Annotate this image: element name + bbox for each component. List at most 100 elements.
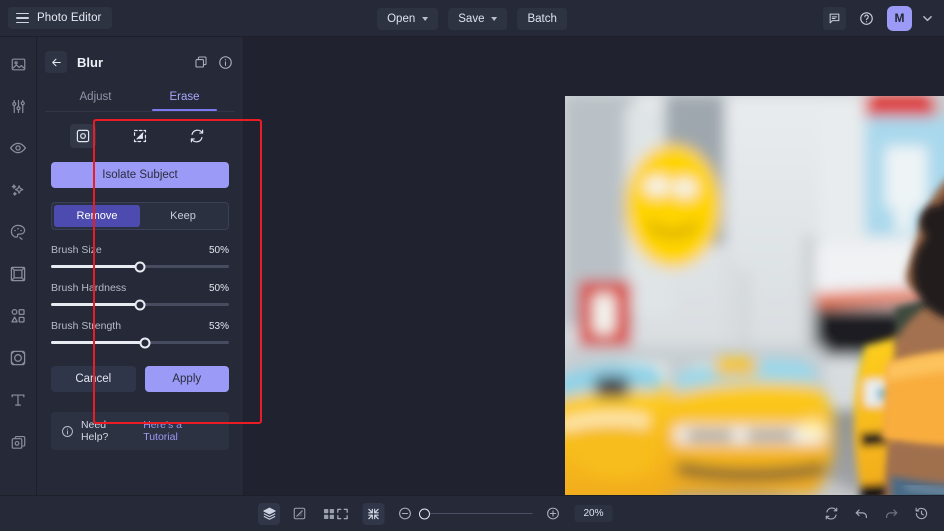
batch-label: Batch [527,12,557,25]
history-button[interactable] [910,503,932,525]
zoom-in-button[interactable] [541,503,563,525]
sidebar-item-shapes[interactable] [5,303,31,329]
fit-screen-icon [337,508,348,519]
sidebar-item-retouch[interactable] [5,135,31,161]
photo-canvas[interactable] [565,96,944,508]
save-label: Save [458,12,485,25]
brush-size-track[interactable] [51,261,229,272]
sidebar-item-frame[interactable] [5,261,31,287]
zoom-out-button[interactable] [393,503,415,525]
open-button[interactable]: Open [377,7,439,30]
zoom-slider-knob[interactable] [418,508,430,519]
brush-strength-knob[interactable] [139,337,151,348]
panel-tabs: Adjust Erase [51,83,229,111]
sparkle-icon [11,184,24,196]
need-help-row[interactable]: Need Help? Here's a Tutorial [51,412,229,450]
layers-button[interactable] [258,502,280,525]
batch-button[interactable]: Batch [517,7,567,30]
brush-size-label: Brush Size [51,244,102,256]
erase-brush-tool[interactable] [70,124,97,148]
keep-option[interactable]: Keep [140,205,226,227]
brush-strength-label: Brush Strength [51,320,122,332]
fit-screen-button[interactable] [331,503,353,525]
stack-icon [262,507,276,520]
info-button[interactable] [218,55,233,70]
minus-circle-icon [398,507,411,520]
reset-button[interactable] [820,503,842,525]
brush-hardness-label: Brush Hardness [51,282,127,294]
shapes-icon [11,308,25,323]
brush-hardness-slider: Brush Hardness 50% [51,282,229,310]
bottom-bar: 20% [0,495,944,531]
brush-strength-slider: Brush Strength 53% [51,320,229,348]
hamburger-icon [16,12,29,24]
photo-image [565,96,944,508]
save-button[interactable]: Save [448,7,508,30]
sidebar-item-color[interactable] [5,219,31,245]
erase-shape-tool[interactable] [127,124,153,148]
sidebar-item-text[interactable] [5,387,31,413]
arrow-left-icon [51,58,61,66]
sidebar-item-image[interactable] [5,51,31,77]
brush-size-value: 50% [208,244,229,256]
feedback-button[interactable] [823,6,846,30]
layers-copy-icon [11,435,25,449]
duplicate-button[interactable] [194,55,208,69]
help-button[interactable] [855,7,878,30]
frame-icon [10,266,26,282]
top-bar: Photo Editor Open Save Batch M [0,0,944,37]
text-icon [11,394,25,406]
brush-square-icon [77,129,90,143]
zoom-controls: 20% [331,502,613,525]
app-title: Photo Editor [37,12,102,24]
sidebar-item-layers[interactable] [5,429,31,455]
apply-button[interactable]: Apply [144,366,229,392]
tutorial-link[interactable]: Here's a Tutorial [143,419,219,443]
zoom-level-value[interactable]: 20% [574,505,613,522]
isolate-subject-button[interactable]: Isolate Subject [51,162,229,188]
bottom-right-tools [820,503,932,525]
sidebar-item-effects[interactable] [5,177,31,203]
actual-size-button[interactable] [362,502,385,525]
sliders-icon [11,99,25,113]
brush-hardness-label-row: Brush Hardness 50% [51,282,229,294]
sidebar-item-adjust[interactable] [5,93,31,119]
top-right-actions: M [823,5,934,31]
panel-header: Blur [37,45,243,79]
zoom-slider-track[interactable] [418,508,533,519]
app-menu-button[interactable]: Photo Editor [8,7,112,29]
canvas-area[interactable] [244,37,944,508]
remove-option[interactable]: Remove [54,205,140,227]
panel-title: Blur [77,54,103,70]
remove-keep-toggle: Remove Keep [51,202,229,230]
info-circle-icon [219,55,232,69]
refresh-icon [190,129,203,143]
brush-size-knob[interactable] [134,261,146,272]
bottom-left-tools [258,502,340,525]
brush-hardness-knob[interactable] [134,299,146,310]
avatar[interactable]: M [887,5,912,31]
brush-hardness-track[interactable] [51,299,229,310]
app-body: Blur Adjust Erase Isolate Subject Remove… [0,37,944,508]
chevron-down-icon [923,15,932,21]
chat-icon [829,13,840,23]
back-button[interactable] [45,51,67,73]
image-icon [11,58,25,70]
tab-adjust[interactable]: Adjust [51,83,140,111]
copy-icon [195,56,207,68]
undo-button[interactable] [850,503,872,525]
cancel-button[interactable]: Cancel [51,366,136,392]
palette-icon [10,224,26,240]
panel-header-actions [194,55,233,70]
sidebar-item-overlay[interactable] [5,345,31,371]
compare-icon [293,507,305,520]
erase-reset-tool[interactable] [184,124,210,148]
effect-panel: Blur Adjust Erase Isolate Subject Remove… [37,37,262,495]
history-icon [915,507,927,520]
compare-button[interactable] [288,503,310,525]
brush-strength-track[interactable] [51,337,229,348]
redo-button[interactable] [880,503,902,525]
tab-erase[interactable]: Erase [140,83,229,111]
info-circle-icon [62,425,73,437]
account-menu-button[interactable] [921,13,934,24]
